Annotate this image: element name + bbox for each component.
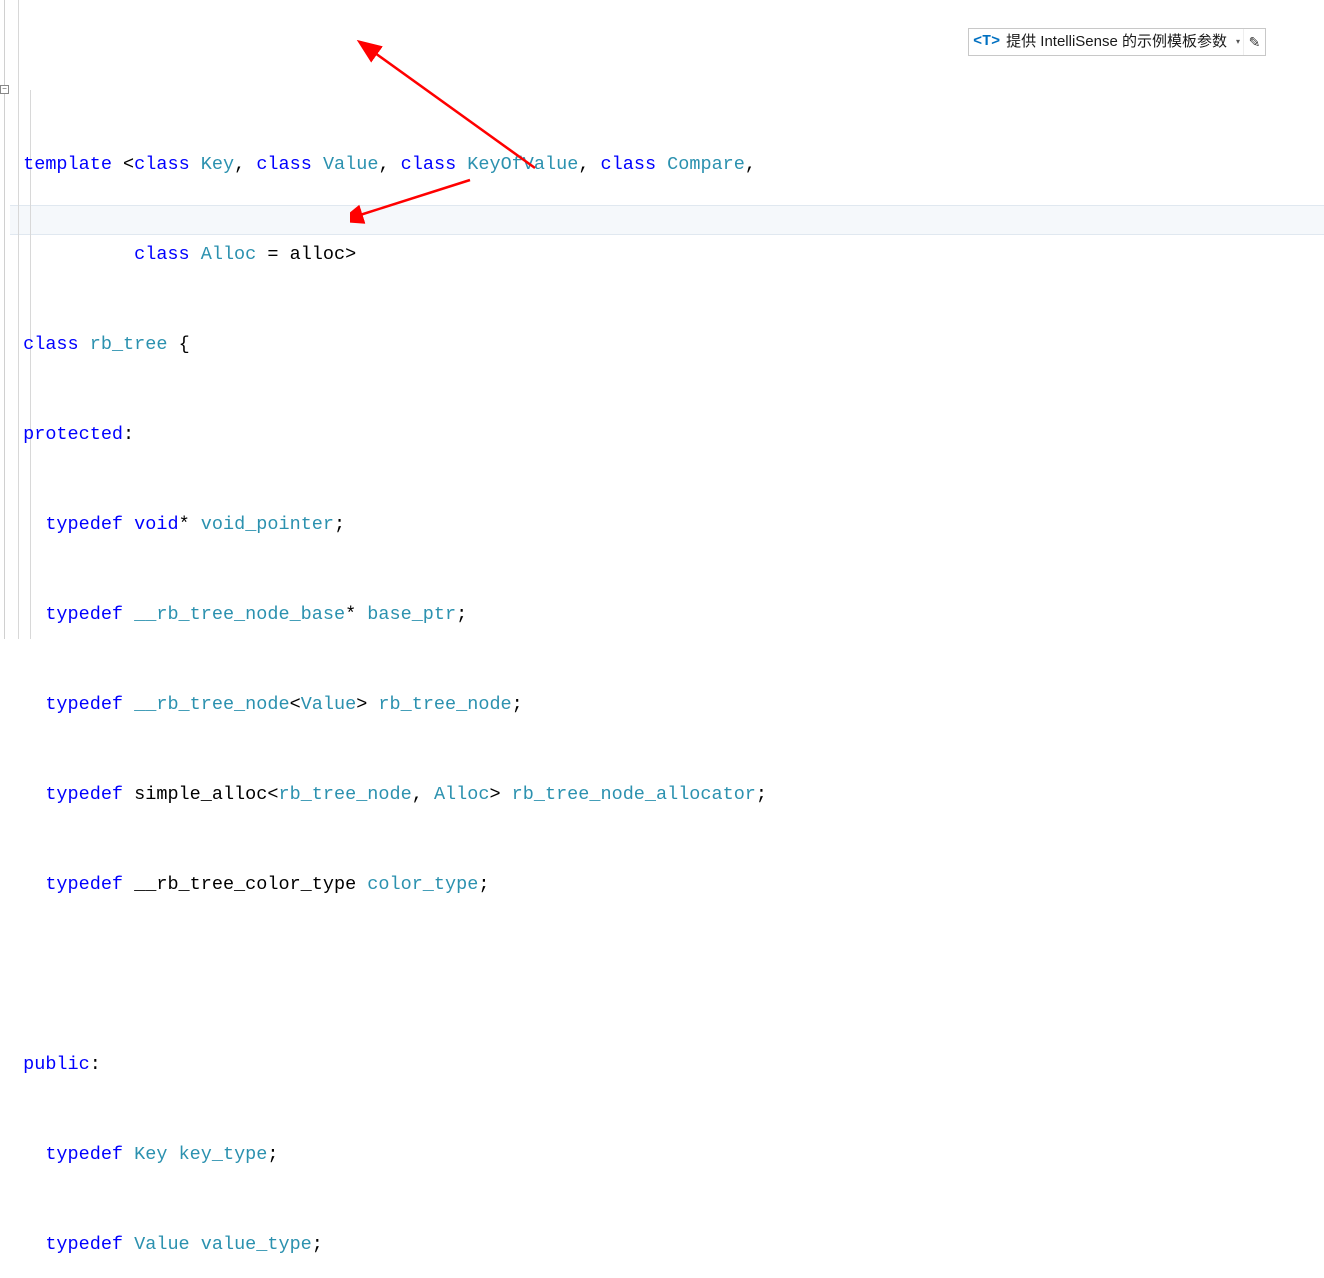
gutter: −: [0, 0, 10, 639]
code-line: typedef Key key_type;: [12, 1140, 767, 1170]
code-line: typedef simple_alloc<rb_tree_node, Alloc…: [12, 780, 767, 810]
dropdown-icon[interactable]: ▾: [1233, 29, 1243, 55]
intellisense-text: 提供 IntelliSense 的示例模板参数: [1006, 27, 1233, 57]
code-line: class Alloc = alloc>: [12, 240, 767, 270]
code-line: typedef __rb_tree_color_type color_type;: [12, 870, 767, 900]
pencil-icon[interactable]: ✎: [1243, 29, 1265, 55]
code-line: typedef Value value_type;: [12, 1230, 767, 1260]
code-editor[interactable]: − template <class Key, class Value, clas…: [0, 0, 1324, 639]
code-line: typedef void* void_pointer;: [12, 510, 767, 540]
code-content: template <class Key, class Value, class …: [12, 0, 767, 1278]
code-line: class rb_tree {: [12, 330, 767, 360]
code-line: protected:: [12, 420, 767, 450]
code-line: public:: [12, 1050, 767, 1080]
intellisense-template-bar[interactable]: <T> 提供 IntelliSense 的示例模板参数 ▾ ✎: [968, 28, 1266, 56]
fold-minus-icon[interactable]: −: [0, 85, 9, 94]
code-line: template <class Key, class Value, class …: [12, 150, 767, 180]
code-line: typedef __rb_tree_node<Value> rb_tree_no…: [12, 690, 767, 720]
code-line: typedef __rb_tree_node_base* base_ptr;: [12, 600, 767, 630]
intellisense-tag: <T>: [969, 27, 1006, 57]
